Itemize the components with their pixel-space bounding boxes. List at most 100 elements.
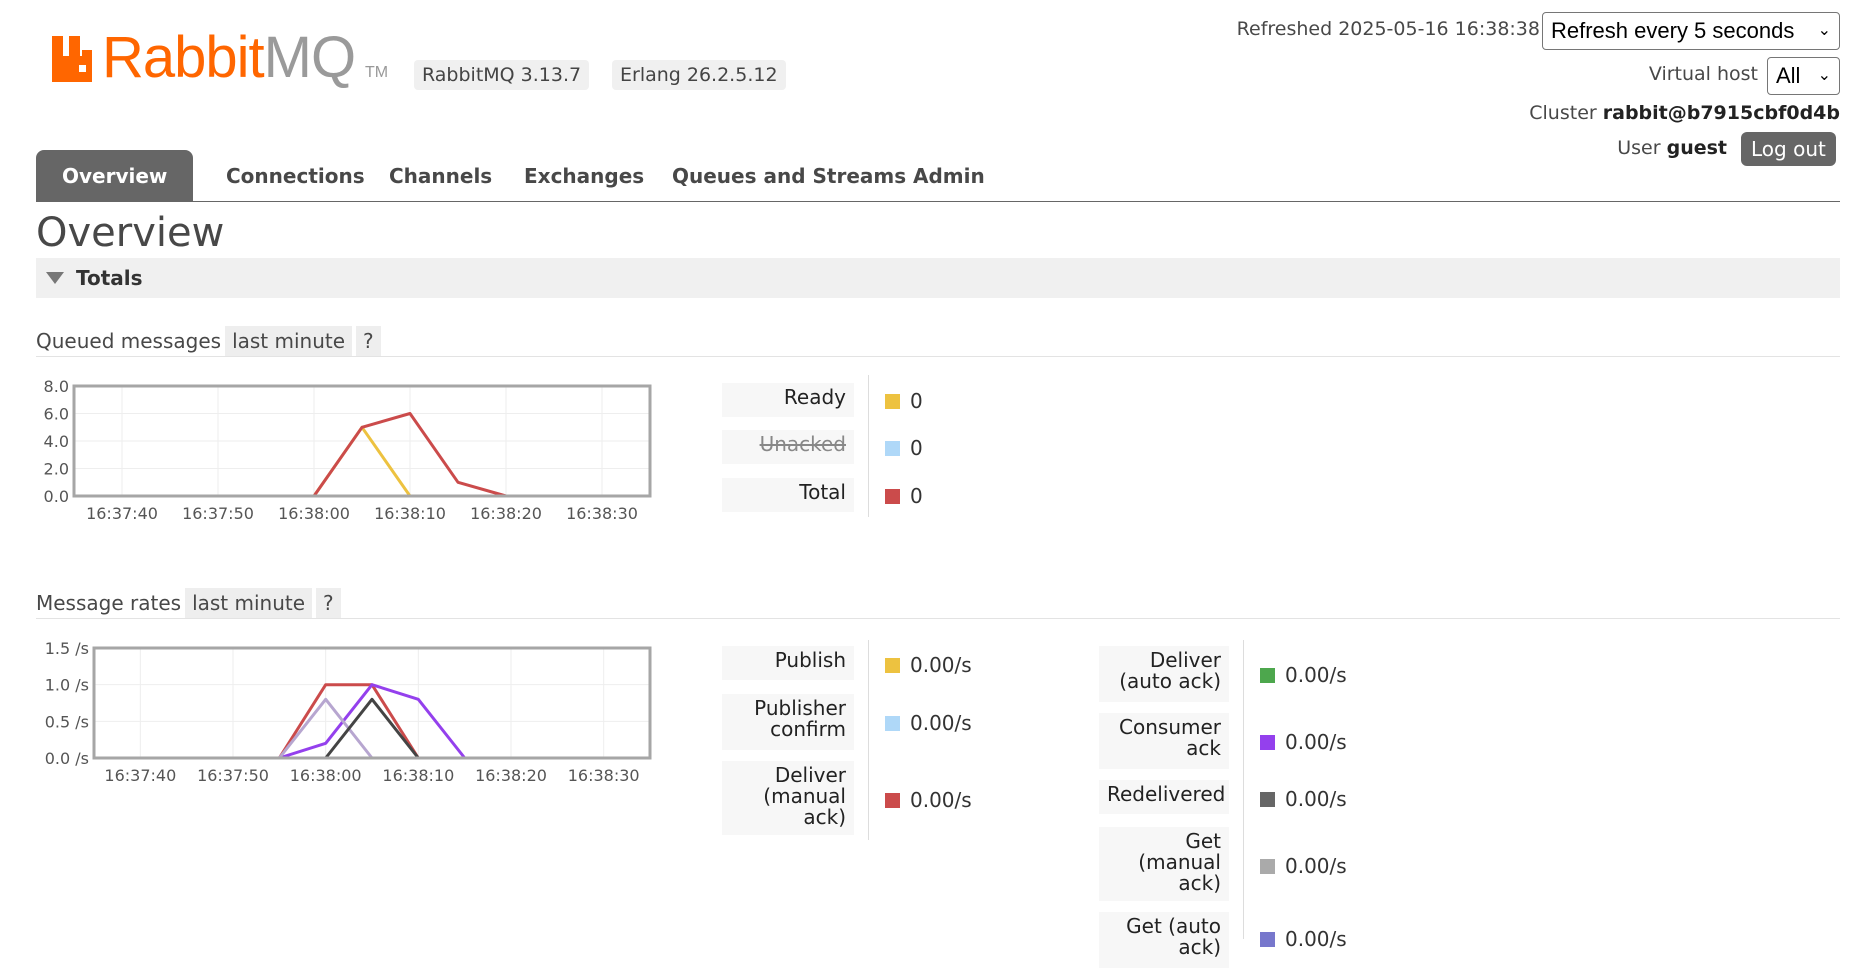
- rates-help-button[interactable]: ?: [316, 588, 341, 618]
- publish-color-swatch: [885, 658, 900, 673]
- legend-label-deliver-auto-ack: Deliver (auto ack): [1099, 646, 1229, 702]
- legend-label-publish: Publish: [722, 646, 854, 680]
- rates-legend-divider-right: [1243, 640, 1244, 939]
- legend-value-deliver-manual-ack: 0.00/s: [885, 788, 972, 812]
- cluster-name: rabbit@b7915cbf0d4b: [1602, 102, 1840, 124]
- chevron-down-icon: ⌄: [1817, 67, 1831, 84]
- x-tick-label: 16:37:40: [86, 504, 158, 523]
- x-tick-label: 16:38:20: [470, 504, 542, 523]
- y-tick-label: 1.5 /s: [45, 640, 89, 658]
- legend-value-ready: 0: [885, 389, 923, 413]
- y-tick-label: 1.0 /s: [45, 676, 89, 695]
- queued-legend-divider: [868, 375, 869, 517]
- logo-mq-text: MQ: [263, 25, 356, 90]
- legend-value-deliver-auto-ack: 0.00/s: [1260, 663, 1347, 687]
- rabbitmq-logo[interactable]: RabbitMQ TM: [52, 25, 392, 90]
- message-rates-header: Message rates last minute?: [36, 588, 341, 618]
- rabbitmq-version-badge: RabbitMQ 3.13.7: [414, 60, 590, 90]
- total-value: 0: [910, 484, 923, 508]
- cluster-info: Cluster rabbit@b7915cbf0d4b: [1529, 102, 1840, 124]
- unacked-value: 0: [910, 436, 923, 460]
- tab-channels[interactable]: Channels: [363, 150, 518, 202]
- legend-label-unacked[interactable]: Unacked: [722, 430, 854, 464]
- total-color-swatch: [885, 489, 900, 504]
- tab-overview[interactable]: Overview: [36, 150, 194, 202]
- plot-frame: [92, 646, 652, 760]
- x-tick-label: 16:38:30: [568, 766, 640, 785]
- ready-color-swatch: [885, 394, 900, 409]
- x-tick-label: 16:37:50: [182, 504, 254, 523]
- unacked-color-swatch: [885, 441, 900, 456]
- ready-value: 0: [910, 389, 923, 413]
- legend-value-total: 0: [885, 484, 923, 508]
- y-tick-label: 6.0: [44, 405, 69, 424]
- queued-messages-title: Queued messages: [36, 329, 222, 353]
- y-tick-label: 2.0: [44, 460, 69, 479]
- series-line-total: [74, 412, 650, 498]
- legend-label-total: Total: [722, 478, 854, 512]
- x-tick-label: 16:38:10: [374, 504, 446, 523]
- x-tick-label: 16:37:50: [197, 766, 269, 785]
- legend-label-ready: Ready: [722, 383, 854, 417]
- virtual-host-label: Virtual host: [1648, 63, 1758, 85]
- publisher-confirm-color-swatch: [885, 716, 900, 731]
- legend-value-consumer-ack: 0.00/s: [1260, 730, 1347, 754]
- legend-value-publisher-confirm: 0.00/s: [885, 711, 972, 735]
- queued-range-selector[interactable]: last minute: [225, 326, 353, 356]
- publish-value: 0.00/s: [910, 653, 972, 677]
- legend-value-publish: 0.00/s: [885, 653, 972, 677]
- tab-exchanges[interactable]: Exchanges: [498, 150, 670, 202]
- deliver-manual-ack-value: 0.00/s: [910, 788, 972, 812]
- queued-help-button[interactable]: ?: [356, 326, 381, 356]
- y-tick-label: 4.0: [44, 432, 69, 451]
- get-auto-ack-value: 0.00/s: [1285, 927, 1347, 951]
- get-manual-ack-value: 0.00/s: [1285, 854, 1347, 878]
- refresh-interval-select[interactable]: Refresh every 5 seconds ⌄: [1542, 12, 1840, 50]
- virtual-host-value: All: [1776, 63, 1801, 88]
- logout-button[interactable]: Log out: [1741, 132, 1836, 166]
- get-manual-ack-color-swatch: [1260, 859, 1275, 874]
- logo-trademark: TM: [365, 64, 389, 81]
- tab-admin[interactable]: Admin: [887, 150, 1011, 202]
- user-label: User: [1617, 137, 1661, 159]
- consumer-ack-value: 0.00/s: [1285, 730, 1347, 754]
- queued-divider: [36, 356, 1840, 357]
- user-name: guest: [1666, 137, 1727, 159]
- series-line-ready: [74, 425, 650, 498]
- rates-divider: [36, 618, 1840, 619]
- cluster-label: Cluster: [1529, 102, 1597, 124]
- legend-value-get-manual-ack: 0.00/s: [1260, 854, 1347, 878]
- redelivered-value: 0.00/s: [1285, 787, 1347, 811]
- y-tick-label: 8.0: [44, 378, 69, 396]
- legend-value-unacked: 0: [885, 436, 923, 460]
- consumer-ack-color-swatch: [1260, 735, 1275, 750]
- logo-wordmark: RabbitMQ: [102, 25, 356, 90]
- y-tick-label: 0.0 /s: [45, 749, 89, 768]
- legend-label-deliver-manual-ack: Deliver (manual ack): [722, 761, 854, 835]
- totals-section-toggle[interactable]: Totals: [36, 258, 1840, 298]
- queued-messages-header: Queued messages last minute?: [36, 326, 381, 356]
- legend-value-get-auto-ack: 0.00/s: [1260, 927, 1347, 951]
- legend-value-redelivered: 0.00/s: [1260, 787, 1347, 811]
- legend-label-get-auto-ack: Get (auto ack): [1099, 912, 1229, 968]
- tab-divider: [36, 201, 1840, 202]
- logo-rabbit-text: Rabbit: [102, 25, 265, 90]
- y-tick-label: 0.5 /s: [45, 712, 89, 731]
- deliver-manual-ack-color-swatch: [885, 793, 900, 808]
- series-line-get-manual-ack: [94, 697, 650, 760]
- message-rates-title: Message rates: [36, 591, 182, 615]
- virtual-host-select[interactable]: All ⌄: [1767, 57, 1840, 95]
- rates-range-selector[interactable]: last minute: [185, 588, 313, 618]
- x-tick-label: 16:38:10: [382, 766, 454, 785]
- rates-legend-divider-left: [868, 640, 869, 840]
- legend-label-publisher-confirm: Publisher confirm: [722, 694, 854, 750]
- erlang-version-badge: Erlang 26.2.5.12: [612, 60, 786, 90]
- x-tick-label: 16:38:00: [278, 504, 350, 523]
- rabbitmq-logo-icon: [52, 36, 92, 82]
- totals-section-label: Totals: [76, 266, 143, 290]
- y-tick-label: 0.0: [44, 487, 69, 506]
- chevron-down-icon: ⌄: [1817, 22, 1831, 39]
- page-title: Overview: [36, 210, 225, 256]
- x-tick-label: 16:38:30: [566, 504, 638, 523]
- legend-label-redelivered: Redelivered: [1099, 780, 1229, 814]
